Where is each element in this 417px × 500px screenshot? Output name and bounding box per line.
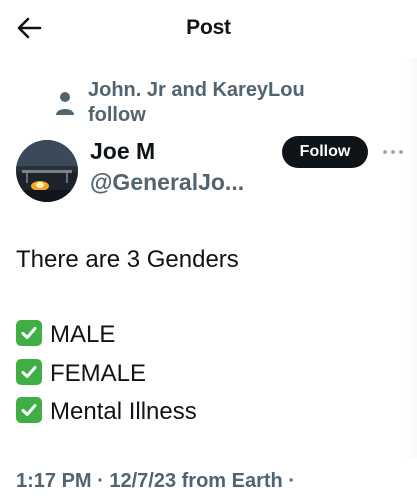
tweet-list-item-text: MALE — [50, 321, 116, 348]
page-title: Post — [186, 16, 231, 39]
avatar[interactable] — [16, 140, 78, 202]
post-timestamp[interactable]: 1:17 PM · 12/7/23 from Earth · — [16, 470, 295, 493]
check-mark-icon — [16, 359, 42, 385]
follow-button[interactable]: Follow — [282, 136, 368, 168]
top-bar: Post — [0, 0, 417, 58]
tweet-list-item-text: Mental Illness — [50, 398, 197, 425]
tweet-text-line: There are 3 Genders — [16, 246, 239, 273]
check-mark-icon — [16, 320, 42, 346]
check-mark-icon — [16, 397, 42, 423]
author-display-name[interactable]: Joe M — [90, 138, 155, 165]
tweet-list-item-text: FEMALE — [50, 360, 147, 387]
tweet-list-item: MALE — [16, 320, 115, 349]
tweet-list-item: FEMALE — [16, 359, 146, 388]
author-handle[interactable]: @GeneralJo... — [90, 169, 244, 196]
more-options-button[interactable] — [378, 140, 408, 164]
social-context-text: John. Jr and KareyLou follow — [88, 79, 305, 126]
ellipsis-icon — [383, 150, 403, 154]
edge-shadow — [405, 58, 417, 458]
person-icon — [56, 92, 74, 115]
tweet-list-item: Mental Illness — [16, 397, 197, 426]
